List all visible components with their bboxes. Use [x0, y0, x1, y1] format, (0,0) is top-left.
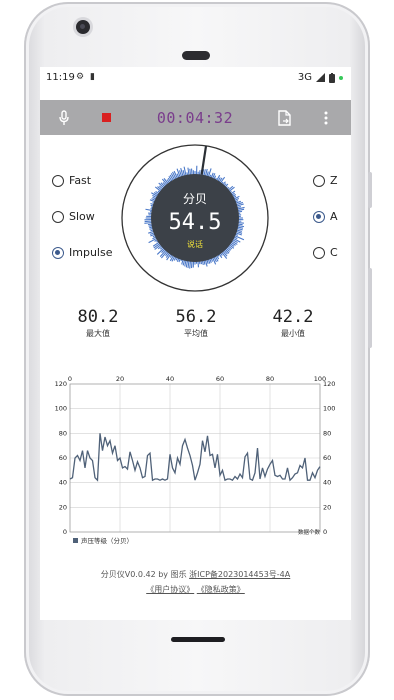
chart-x-tick-top: 0 [68, 375, 72, 383]
chart-y-tick-left: 40 [59, 479, 67, 487]
battery-icon [329, 72, 335, 83]
chart-x-tick-top: 100 [314, 375, 326, 383]
gauge-value: 54.5 [169, 210, 222, 235]
stat-max-value: 80.2 [77, 307, 119, 327]
app-version-text: 分贝仪V0.0.42 by 图乐 [100, 570, 187, 579]
signal-icon [316, 73, 325, 82]
toolbar: 00:04:32 [40, 100, 351, 135]
home-indicator[interactable] [171, 637, 225, 642]
file-export-icon [278, 109, 291, 126]
earpiece-speaker [182, 51, 210, 60]
sim-card-icon: ▮ [90, 72, 95, 82]
stat-min-label: 最小值 [281, 329, 305, 338]
stat-max-label: 最大值 [86, 329, 110, 338]
stop-icon [101, 113, 111, 122]
gauge-unit: 分贝 [183, 192, 207, 206]
stat-min-value: 42.2 [272, 307, 314, 327]
chart-legend-swatch [73, 538, 78, 543]
radio-impulse-label: Impulse [69, 246, 113, 259]
gauge-spectrum-bar [144, 220, 153, 223]
radio-impulse-indicator [52, 246, 64, 259]
stat-avg: 56.2 平均值 [156, 307, 236, 339]
radio-c-weighting[interactable]: C [313, 246, 338, 259]
decibel-gauge: 分贝 54.5 说话 [121, 144, 269, 292]
radio-slow[interactable]: Slow [52, 210, 95, 223]
radio-slow-label: Slow [69, 210, 95, 223]
more-options-button[interactable] [316, 100, 336, 135]
notification-dot-icon [339, 75, 343, 80]
chart-y-tick-right: 60 [323, 454, 331, 462]
volume-button [368, 172, 372, 208]
chart-x-axis-label: 数据个数 [298, 528, 321, 536]
decibel-history-chart: 0 020 2040 4060 6080 80100 100120 1200 20 40 60 80 1… [55, 375, 336, 545]
chart-y-tick-right: 0 [323, 528, 327, 536]
radio-c-label: C [330, 246, 338, 259]
chart-y-tick-left: 120 [55, 380, 67, 388]
radio-z-weighting[interactable]: Z [313, 174, 338, 187]
stat-min: 42.2 最小值 [253, 307, 333, 339]
chart-y-tick-right: 40 [323, 479, 331, 487]
chart-series-line [69, 433, 321, 482]
radio-a-weighting[interactable]: A [313, 210, 338, 223]
front-camera [76, 20, 90, 34]
stat-avg-value: 56.2 [175, 307, 217, 327]
radio-slow-indicator [52, 210, 64, 223]
privacy-policy-link[interactable]: 《隐私政策》 [197, 585, 245, 594]
radio-a-indicator [313, 210, 325, 223]
radio-fast-indicator [52, 174, 64, 187]
chart-y-tick-right: 80 [323, 429, 331, 437]
app-screen: 11:19 ⚙ ▮ 3G 00:04:32 Fast Slow Impulse … [40, 67, 351, 620]
chart-x-tick-top: 20 [116, 375, 124, 383]
radio-impulse[interactable]: Impulse [52, 246, 112, 259]
chart-y-tick-left: 20 [59, 503, 67, 511]
chart-y-tick-left: 100 [55, 405, 67, 413]
chart-legend-label: 声压等级（分贝） [81, 536, 133, 545]
chart-ticks: 0 020 2040 4060 6080 80100 100120 1200 20 40 60 80 1… [55, 375, 336, 536]
stat-max: 80.2 最大值 [58, 307, 138, 339]
chart-x-tick-top: 60 [216, 375, 224, 383]
radio-z-label: Z [330, 174, 338, 187]
status-bar: 11:19 ⚙ ▮ 3G [40, 67, 351, 89]
status-time: 11:19 [46, 72, 75, 83]
footer: 分贝仪V0.0.42 by 图乐 浙ICP备2023014453号-4A 《用户… [40, 569, 351, 595]
stop-button[interactable] [94, 100, 118, 135]
more-vert-icon [324, 111, 328, 124]
gear-icon: ⚙ [76, 72, 85, 82]
gauge-description: 说话 [187, 239, 203, 249]
radio-fast-label: Fast [69, 174, 92, 187]
chart-y-tick-left: 0 [63, 528, 67, 536]
radio-z-indicator [313, 174, 325, 187]
chart-y-tick-left: 60 [59, 454, 67, 462]
microphone-button[interactable] [52, 100, 76, 135]
radio-fast[interactable]: Fast [52, 174, 91, 187]
radio-a-label: A [330, 210, 338, 223]
user-agreement-link[interactable]: 《用户协议》 [146, 585, 194, 594]
chart-x-tick-top: 80 [266, 375, 274, 383]
export-file-button[interactable] [273, 100, 297, 135]
chart-y-tick-right: 100 [323, 405, 335, 413]
radio-c-indicator [313, 246, 325, 259]
chart-x-tick-top: 40 [166, 375, 174, 383]
chart-y-tick-left: 80 [59, 429, 67, 437]
microphone-icon [59, 109, 69, 125]
chart-grid [69, 383, 321, 533]
stat-avg-label: 平均值 [184, 329, 208, 338]
recording-timer: 00:04:32 [156, 108, 234, 127]
power-button [368, 268, 372, 348]
chart-y-tick-right: 20 [323, 503, 331, 511]
network-type: 3G [297, 72, 312, 83]
icp-link[interactable]: 浙ICP备2023014453号-4A [189, 570, 290, 579]
